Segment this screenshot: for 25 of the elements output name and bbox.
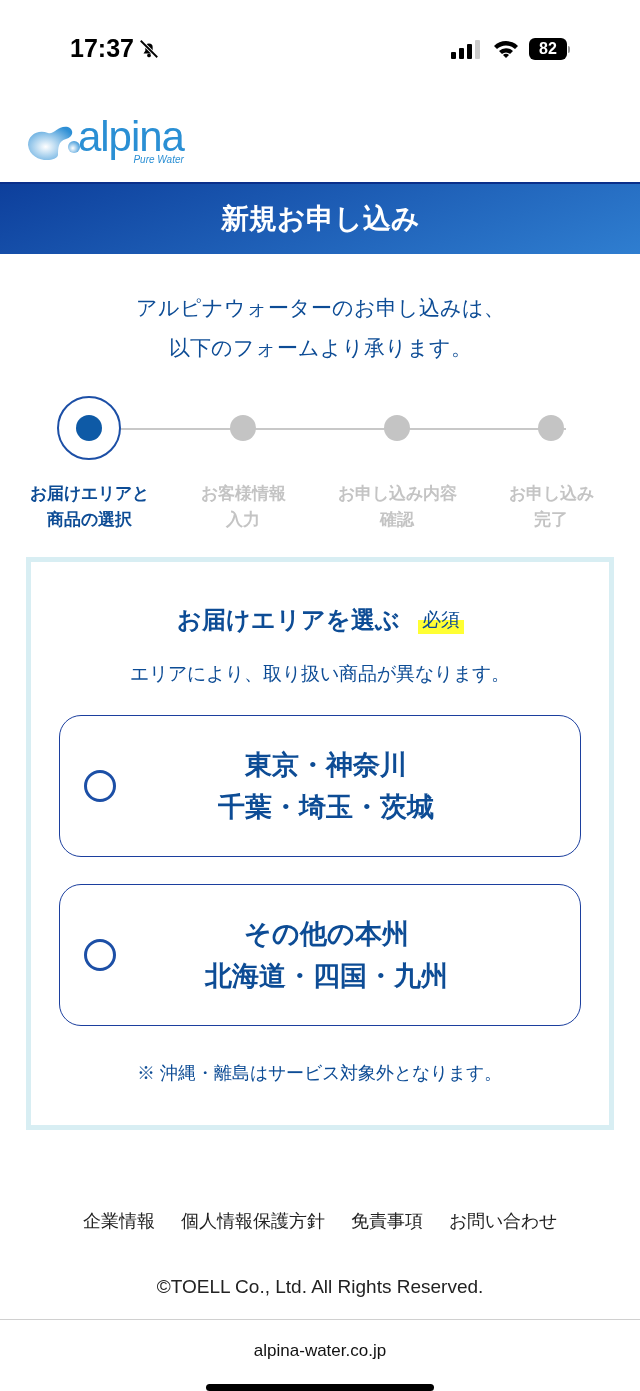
status-time: 17:37 [70, 33, 134, 65]
copyright: ©TOELL Co., Ltd. All Rights Reserved. [155, 1274, 485, 1299]
service-note: ※ 沖縄・離島はサービス対象外となります。 [136, 1061, 504, 1085]
step-label: お申し込み内容 確認 [337, 483, 457, 531]
option-label: 東京・神奈川 千葉・埼玉・茨城 [217, 748, 435, 824]
page-title: 新規お申し込み [220, 202, 420, 236]
footer-link[interactable]: お問い合わせ [449, 1207, 557, 1235]
step-label: お申し込み 完了 [508, 483, 594, 531]
footer-link[interactable]: 個人情報保護方針 [181, 1207, 325, 1235]
radio-button[interactable] [84, 769, 116, 802]
footer-link[interactable]: 免責事項 [351, 1207, 423, 1235]
battery-level: 82 [539, 41, 557, 57]
intro-text: アルピナウォーターのお申し込みは、 以下のフォームより承ります。 [134, 295, 506, 361]
section-description: エリアにより、取り扱い商品が異なります。 [129, 662, 511, 686]
section-title: お届けエリアを選ぶ [176, 605, 400, 635]
area-option[interactable]: その他の本州 北海道・四国・九州 [59, 883, 581, 1026]
footer-link[interactable]: 企業情報 [83, 1207, 155, 1235]
step-label: お客様情報 入力 [200, 483, 286, 531]
signal-icon [451, 39, 483, 59]
browser-url: alpina-water.co.jp [253, 1340, 387, 1362]
wifi-icon [493, 39, 519, 59]
area-option[interactable]: 東京・神奈川 千葉・埼玉・茨城 [59, 714, 581, 857]
option-label: その他の本州 北海道・四国・九州 [203, 917, 449, 993]
radio-button[interactable] [84, 938, 116, 971]
step-label: お届けエリアと 商品の選択 [29, 483, 149, 531]
